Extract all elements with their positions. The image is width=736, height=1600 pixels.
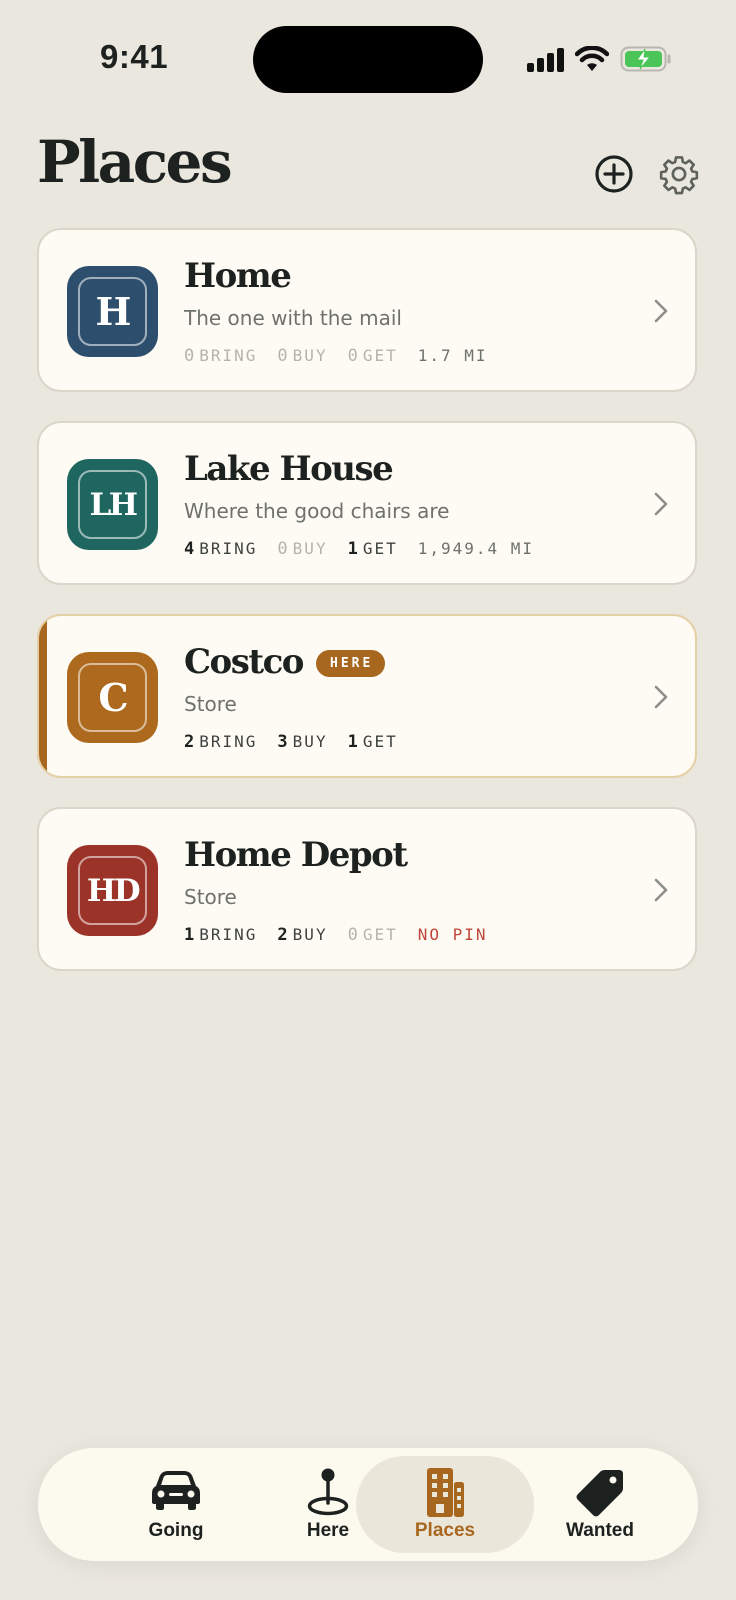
chevron-right-icon (654, 492, 668, 516)
buy-label: BUY (292, 732, 328, 751)
gear-icon (659, 156, 699, 195)
get-label: GET (362, 346, 398, 365)
chevron-right-icon (654, 685, 668, 709)
get-count: 1 (347, 732, 360, 752)
page-title: Places (37, 128, 233, 196)
bring-label: BRING (199, 539, 258, 558)
tab-label: Places (414, 1520, 476, 1541)
get-stat: 1 GET (348, 539, 398, 559)
bring-count: 4 (184, 539, 197, 559)
place-monogram: LH (78, 470, 147, 539)
bring-stat: 1 BRING (184, 925, 257, 945)
no-pin-label: NO PIN (417, 925, 488, 944)
bring-label: BRING (199, 346, 258, 365)
place-subtitle: The one with the mail (184, 306, 402, 330)
get-label: GET (362, 732, 398, 751)
bring-count: 1 (184, 925, 197, 945)
chevron-right-icon (654, 878, 668, 902)
get-label: GET (362, 539, 398, 558)
get-count: 0 (347, 925, 360, 945)
distance-label: 1,949.4 MI (417, 539, 535, 558)
get-count: 0 (347, 346, 360, 366)
place-subtitle: Where the good chairs are (184, 499, 450, 523)
car-icon (152, 1471, 200, 1510)
buy-label: BUY (292, 925, 328, 944)
bring-label: BRING (199, 925, 258, 944)
place-monogram: H (78, 277, 147, 346)
map-pin-icon (307, 1468, 349, 1516)
bring-count: 0 (184, 346, 197, 366)
place-tile: HD (67, 845, 158, 936)
get-stat: 0 GET (348, 925, 398, 945)
battery-icon (620, 46, 671, 72)
add-place-button[interactable] (593, 153, 635, 195)
tab-label: Going (148, 1520, 204, 1541)
buy-count: 3 (277, 732, 290, 752)
place-tile: H (67, 266, 158, 357)
buy-label: BUY (292, 539, 328, 558)
dynamic-island (253, 26, 483, 93)
tab-bar: Going Here Places Wanted (38, 1448, 698, 1561)
place-subtitle: Store (184, 692, 237, 716)
buy-stat: 3 BUY (277, 732, 327, 752)
buy-count: 2 (277, 925, 290, 945)
place-stats: 0 BRING 0 BUY 0 GET 1.7 MI (184, 346, 488, 366)
buy-label: BUY (292, 346, 328, 365)
place-name: Home (184, 256, 292, 296)
place-stats: 2 BRING 3 BUY 1 GET (184, 732, 418, 752)
tab-places[interactable]: Places (356, 1456, 534, 1553)
place-tile: C (67, 652, 158, 743)
wifi-icon (575, 46, 609, 71)
buy-stat: 0 BUY (277, 346, 327, 366)
place-name: Home Depot (184, 835, 408, 875)
place-card-lake-house[interactable]: LH Lake House Where the good chairs are … (37, 421, 697, 585)
get-label: GET (362, 925, 398, 944)
bring-stat: 4 BRING (184, 539, 257, 559)
building-icon (427, 1468, 464, 1517)
current-place-indicator (39, 616, 47, 776)
here-badge: HERE (316, 650, 386, 677)
bring-stat: 2 BRING (184, 732, 257, 752)
status-time: 9:41 (100, 38, 169, 75)
place-monogram: C (78, 663, 147, 732)
place-card-costco[interactable]: C Costco HERE Store 2 BRING 3 BUY 1 GET (37, 614, 697, 778)
tab-label: Here (306, 1520, 350, 1541)
get-stat: 0 GET (348, 346, 398, 366)
chevron-right-icon (654, 299, 668, 323)
place-name: Lake House (184, 449, 394, 489)
distance-label: 1.7 MI (417, 346, 488, 365)
settings-button[interactable] (658, 153, 700, 195)
place-card-home[interactable]: H Home The one with the mail 0 BRING 0 BUY… (37, 228, 697, 392)
place-subtitle: Store (184, 885, 237, 909)
buy-stat: 0 BUY (277, 539, 327, 559)
buy-stat: 2 BUY (277, 925, 327, 945)
buy-count: 0 (277, 346, 290, 366)
place-monogram: HD (78, 856, 147, 925)
bring-stat: 0 BRING (184, 346, 257, 366)
place-stats: 4 BRING 0 BUY 1 GET 1,949.4 MI (184, 539, 534, 559)
get-count: 1 (347, 539, 360, 559)
tag-icon (576, 1470, 623, 1517)
tab-label: Wanted (566, 1520, 634, 1541)
plus-circle-icon (595, 155, 633, 193)
place-name: Costco (184, 642, 304, 682)
place-card-home-depot[interactable]: HD Home Depot Store 1 BRING 2 BUY 0 GET NO … (37, 807, 697, 971)
buy-count: 0 (277, 539, 290, 559)
place-stats: 1 BRING 2 BUY 0 GET NO PIN (184, 925, 488, 945)
bring-count: 2 (184, 732, 197, 752)
tab-going[interactable]: Going (96, 1456, 256, 1553)
bring-label: BRING (199, 732, 258, 751)
tab-wanted[interactable]: Wanted (520, 1456, 680, 1553)
get-stat: 1 GET (348, 732, 398, 752)
signal-icon (527, 48, 564, 72)
place-tile: LH (67, 459, 158, 550)
